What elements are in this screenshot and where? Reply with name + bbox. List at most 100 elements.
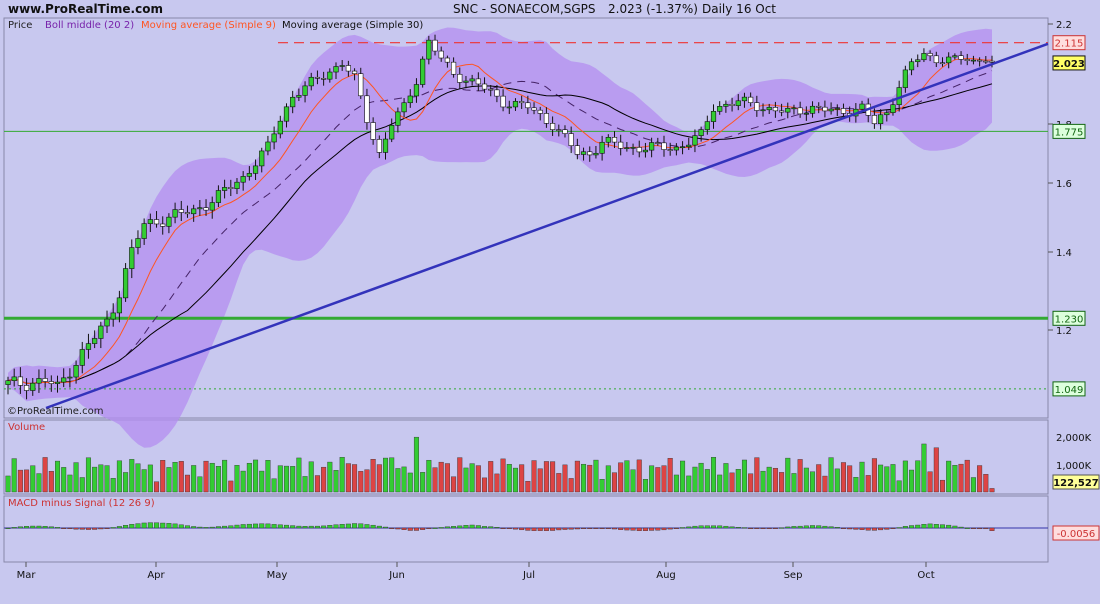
y-tick-1.2: 1.2 <box>1056 326 1072 337</box>
candle-body <box>345 65 351 72</box>
price-label-1.230: 1.230 <box>1055 314 1084 325</box>
candle-body <box>395 111 401 126</box>
volume-bar <box>283 465 289 493</box>
macd-bar <box>537 527 543 531</box>
volume-bar <box>593 459 599 493</box>
volume-bar <box>531 460 537 493</box>
macd-bar <box>172 523 178 529</box>
volume-bar <box>345 463 351 493</box>
chart-period: Daily 16 Oct <box>702 2 776 16</box>
candle-body <box>413 84 420 97</box>
candle-body <box>178 209 184 213</box>
volume-bar <box>98 464 104 493</box>
volume-bar <box>55 460 61 493</box>
macd-bar <box>686 526 692 529</box>
volume-bar <box>556 473 562 493</box>
candle-body <box>494 89 500 97</box>
macd-bar <box>42 526 48 529</box>
macd-bar <box>803 525 809 529</box>
volume-bar <box>909 469 915 493</box>
candle-body <box>698 129 704 136</box>
candle-body <box>98 325 104 339</box>
candle-body <box>444 57 450 63</box>
macd-bar <box>296 525 302 529</box>
macd-bar <box>215 526 221 529</box>
candle-body <box>964 59 970 61</box>
candle-body <box>259 150 265 167</box>
macd-bar <box>711 525 717 529</box>
volume-bar <box>581 463 587 493</box>
macd-bar <box>989 527 995 531</box>
candle-body <box>878 114 884 124</box>
volume-bar <box>661 465 667 493</box>
volume-bar <box>475 465 481 493</box>
candle-body <box>11 376 17 382</box>
candle-body <box>618 141 624 149</box>
candle-body <box>500 95 506 108</box>
candle-body <box>129 247 135 269</box>
macd-bar <box>760 527 766 530</box>
volume-bar <box>797 459 803 493</box>
volume-bar <box>618 462 624 493</box>
volume-bar <box>92 466 98 493</box>
volume-bar <box>407 472 413 493</box>
macd-bar <box>444 526 450 529</box>
candle-body <box>481 83 488 90</box>
candle-body <box>890 104 896 113</box>
volume-bar <box>271 478 277 493</box>
macd-bar <box>253 523 259 529</box>
volume-bar <box>760 470 766 493</box>
candle-body <box>209 202 215 211</box>
macd-bar <box>426 527 432 530</box>
candle-body <box>438 50 444 59</box>
macd-bar <box>222 525 228 529</box>
volume-bar <box>568 478 574 493</box>
macd-bar <box>964 527 970 529</box>
volume-bar <box>946 460 952 493</box>
macd-bar <box>519 527 525 531</box>
candle-body <box>512 101 519 108</box>
macd-bar <box>723 525 729 529</box>
volume-bar <box>506 464 512 493</box>
volume-bar <box>191 465 197 493</box>
volume-bar <box>228 480 234 493</box>
macd-bar <box>352 523 358 529</box>
chart-canvas[interactable]: 2.21.81.61.41.22.1152.0231.7751.2301.049… <box>0 0 1100 600</box>
candle-body <box>234 181 240 189</box>
candle-body <box>79 349 85 366</box>
macd-bar <box>599 527 605 530</box>
candle-body <box>834 108 840 110</box>
volume-bar <box>135 463 141 493</box>
volume-bar <box>79 477 85 493</box>
volume-bar <box>729 472 735 493</box>
macd-bar <box>141 522 147 529</box>
candle-body <box>153 219 160 225</box>
candle-body <box>420 58 426 85</box>
macd-bar <box>413 527 419 531</box>
volume-bar <box>234 465 240 493</box>
volume-bar <box>166 467 172 493</box>
volume-bar <box>847 465 853 493</box>
volume-bar <box>902 460 908 493</box>
volume-bar <box>61 467 67 493</box>
x-tick-Sep: Sep <box>784 570 803 581</box>
macd-bar <box>73 527 79 530</box>
candle-body <box>952 55 958 58</box>
macd-bar <box>457 525 463 529</box>
candle-body <box>426 39 432 60</box>
candle-body <box>370 122 376 140</box>
macd-bar <box>865 527 871 531</box>
candle-body <box>927 53 933 57</box>
volume-bar <box>141 469 147 493</box>
candle-body <box>778 110 785 113</box>
macd-bar <box>79 527 85 530</box>
volume-bar <box>853 477 859 493</box>
candle-body <box>141 223 147 239</box>
volume-bar <box>933 447 939 493</box>
candle-body <box>401 102 407 113</box>
candle-body <box>321 78 327 80</box>
candle-body <box>457 73 463 83</box>
candle-body <box>587 151 593 156</box>
candle-body <box>147 219 153 224</box>
candle-body <box>525 102 531 109</box>
